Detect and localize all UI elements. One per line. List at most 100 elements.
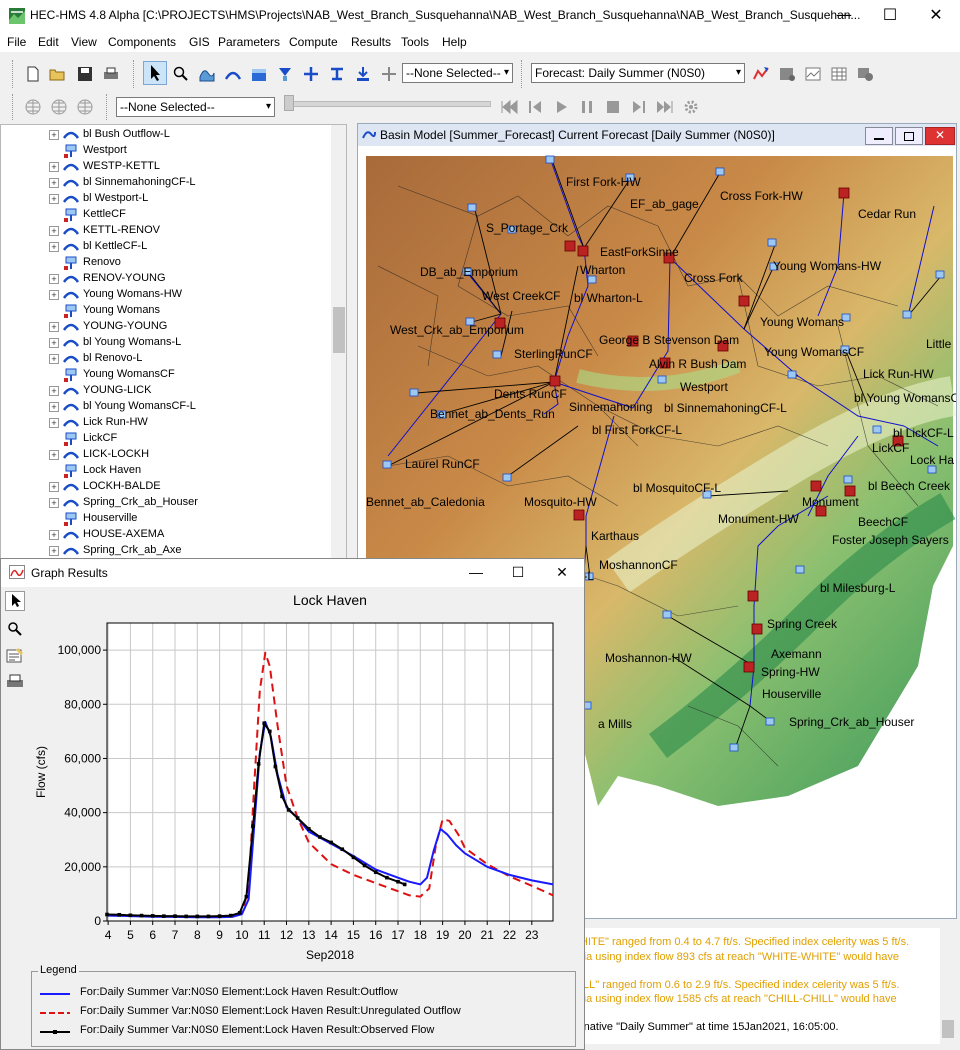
crosshair-icon[interactable]	[380, 65, 398, 83]
map-element-label[interactable]: bl Wharton-L	[574, 291, 643, 305]
sink-tool-icon[interactable]	[354, 65, 372, 83]
map-element-label[interactable]: bl LickCF-L	[893, 426, 954, 440]
tree-item[interactable]: + Spring_Crk_ab_Axe	[1, 543, 331, 559]
map-element-label[interactable]: SterlingRunCF	[514, 347, 593, 361]
map-element-label[interactable]: Monument	[802, 495, 859, 509]
map-element-label[interactable]: Westport	[680, 380, 728, 394]
graph-maximize-button[interactable]: ☐	[498, 559, 538, 587]
toolbar-grip[interactable]	[133, 60, 137, 88]
map-element-label[interactable]: bl First ForkCF-L	[592, 423, 682, 437]
expand-icon[interactable]: +	[49, 290, 59, 300]
expand-icon[interactable]: +	[49, 242, 59, 252]
pause-icon[interactable]	[578, 98, 596, 116]
tree-item[interactable]: + bl Bush Outflow-L	[1, 127, 331, 143]
zoom-icon[interactable]	[172, 65, 190, 83]
stop-icon[interactable]	[604, 98, 622, 116]
results-icon[interactable]	[856, 65, 874, 83]
tree-item[interactable]: + bl Young WomansCF-L	[1, 399, 331, 415]
compute-icon[interactable]	[752, 65, 770, 83]
reservoir-tool-icon[interactable]	[250, 65, 268, 83]
menu-results[interactable]: Results	[351, 35, 391, 49]
tree-item[interactable]: LickCF	[1, 431, 331, 447]
gear-icon[interactable]	[682, 98, 700, 116]
tree-item[interactable]: Renovo	[1, 255, 331, 271]
menu-parameters[interactable]: Parameters	[218, 35, 280, 49]
message-scrollbar-thumb[interactable]	[942, 1020, 954, 1038]
tree-item[interactable]: + bl Renovo-L	[1, 351, 331, 367]
toolbar-grip[interactable]	[12, 94, 16, 120]
tree-item[interactable]: Lock Haven	[1, 463, 331, 479]
map-element-label[interactable]: Dents RunCF	[494, 387, 567, 401]
expand-icon[interactable]: +	[49, 530, 59, 540]
diversion-tool-icon[interactable]	[328, 65, 346, 83]
animation-select-combo[interactable]: --None Selected-- ▾	[116, 97, 275, 117]
tree-item[interactable]: + WESTP-KETTL	[1, 159, 331, 175]
expand-icon[interactable]: +	[49, 178, 59, 188]
toolbar-grip[interactable]	[106, 94, 110, 120]
map-element-label[interactable]: First Fork-HW	[566, 175, 641, 189]
map-element-label[interactable]: Lock Ha	[910, 453, 954, 467]
map-element-label[interactable]: Young Womans-HW	[773, 259, 882, 273]
time-slider-thumb[interactable]	[284, 95, 294, 111]
element-select-combo[interactable]: --None Selected-- ▾	[402, 63, 513, 83]
tree-item[interactable]: + Spring_Crk_ab_Houser	[1, 495, 331, 511]
tree-item[interactable]: Westport	[1, 143, 331, 159]
map-element-label[interactable]: Wharton	[580, 263, 625, 277]
map-element-label[interactable]: Monument-HW	[718, 512, 799, 526]
time-series-table-icon[interactable]	[830, 65, 848, 83]
map-element-label[interactable]: S_Portage_Crk	[486, 221, 569, 235]
expand-icon[interactable]: +	[49, 226, 59, 236]
tree-item[interactable]: KettleCF	[1, 207, 331, 223]
time-slider[interactable]	[284, 101, 491, 107]
map-element-label[interactable]: Spring Creek	[767, 617, 838, 631]
globe-icon[interactable]	[24, 98, 42, 116]
map-element-label[interactable]: LickCF	[872, 441, 909, 455]
map-element-label[interactable]: Young WomansCF	[764, 345, 864, 359]
save-icon[interactable]	[76, 65, 94, 83]
map-element-label[interactable]: Cross Fork-HW	[720, 189, 803, 203]
play-icon[interactable]	[552, 98, 570, 116]
close-button[interactable]: ✕	[913, 0, 959, 32]
tree-item[interactable]: + LICK-LOCKH	[1, 447, 331, 463]
menu-help[interactable]: Help	[442, 35, 467, 49]
map-element-label[interactable]: Spring_Crk_ab_Houser	[789, 715, 914, 729]
expand-icon[interactable]: +	[49, 338, 59, 348]
tree-item[interactable]: Young WomansCF	[1, 367, 331, 383]
menu-gis[interactable]: GIS	[189, 35, 210, 49]
tree-item[interactable]: + YOUNG-LICK	[1, 383, 331, 399]
basin-restore-button[interactable]	[895, 127, 923, 145]
expand-icon[interactable]: +	[49, 130, 59, 140]
map-element-label[interactable]: bl Young WomansCF-L	[854, 391, 957, 405]
map-element-label[interactable]: Laurel RunCF	[405, 457, 480, 471]
source-tool-icon[interactable]	[276, 65, 294, 83]
basin-minimize-button[interactable]	[865, 127, 893, 145]
expand-icon[interactable]: +	[49, 162, 59, 172]
tree-item[interactable]: + Lick Run-HW	[1, 415, 331, 431]
map-element-label[interactable]: DB_ab_Emporium	[420, 265, 518, 279]
print-icon[interactable]	[6, 673, 24, 691]
expand-icon[interactable]: +	[49, 418, 59, 428]
skip-forward-icon[interactable]	[656, 98, 674, 116]
map-element-label[interactable]: West CreekCF	[482, 289, 560, 303]
map-element-label[interactable]: Mosquito-HW	[524, 495, 597, 509]
maximize-button[interactable]: ☐	[867, 0, 913, 32]
tree-scrollbar-thumb[interactable]	[333, 307, 345, 353]
map-element-label[interactable]: MoshannonCF	[599, 558, 678, 572]
map-element-label[interactable]: Young Womans	[760, 315, 844, 329]
globe-icon[interactable]	[76, 98, 94, 116]
expand-icon[interactable]: +	[49, 386, 59, 396]
open-folder-icon[interactable]	[48, 65, 66, 83]
step-back-icon[interactable]	[526, 98, 544, 116]
map-element-label[interactable]: Lick Run-HW	[863, 367, 934, 381]
expand-icon[interactable]: +	[49, 450, 59, 460]
menu-tools[interactable]: Tools	[401, 35, 429, 49]
message-scrollbar[interactable]	[940, 928, 956, 1044]
map-element-label[interactable]: Sinnemahoning	[569, 400, 652, 414]
expand-icon[interactable]: +	[49, 274, 59, 284]
new-file-icon[interactable]	[24, 65, 42, 83]
tree-item[interactable]: + bl KettleCF-L	[1, 239, 331, 255]
graph-close-button[interactable]: ✕	[542, 559, 582, 587]
map-element-label[interactable]: Cross Fork	[684, 271, 744, 285]
expand-icon[interactable]: +	[49, 322, 59, 332]
arrow-tool-button[interactable]	[143, 61, 167, 85]
